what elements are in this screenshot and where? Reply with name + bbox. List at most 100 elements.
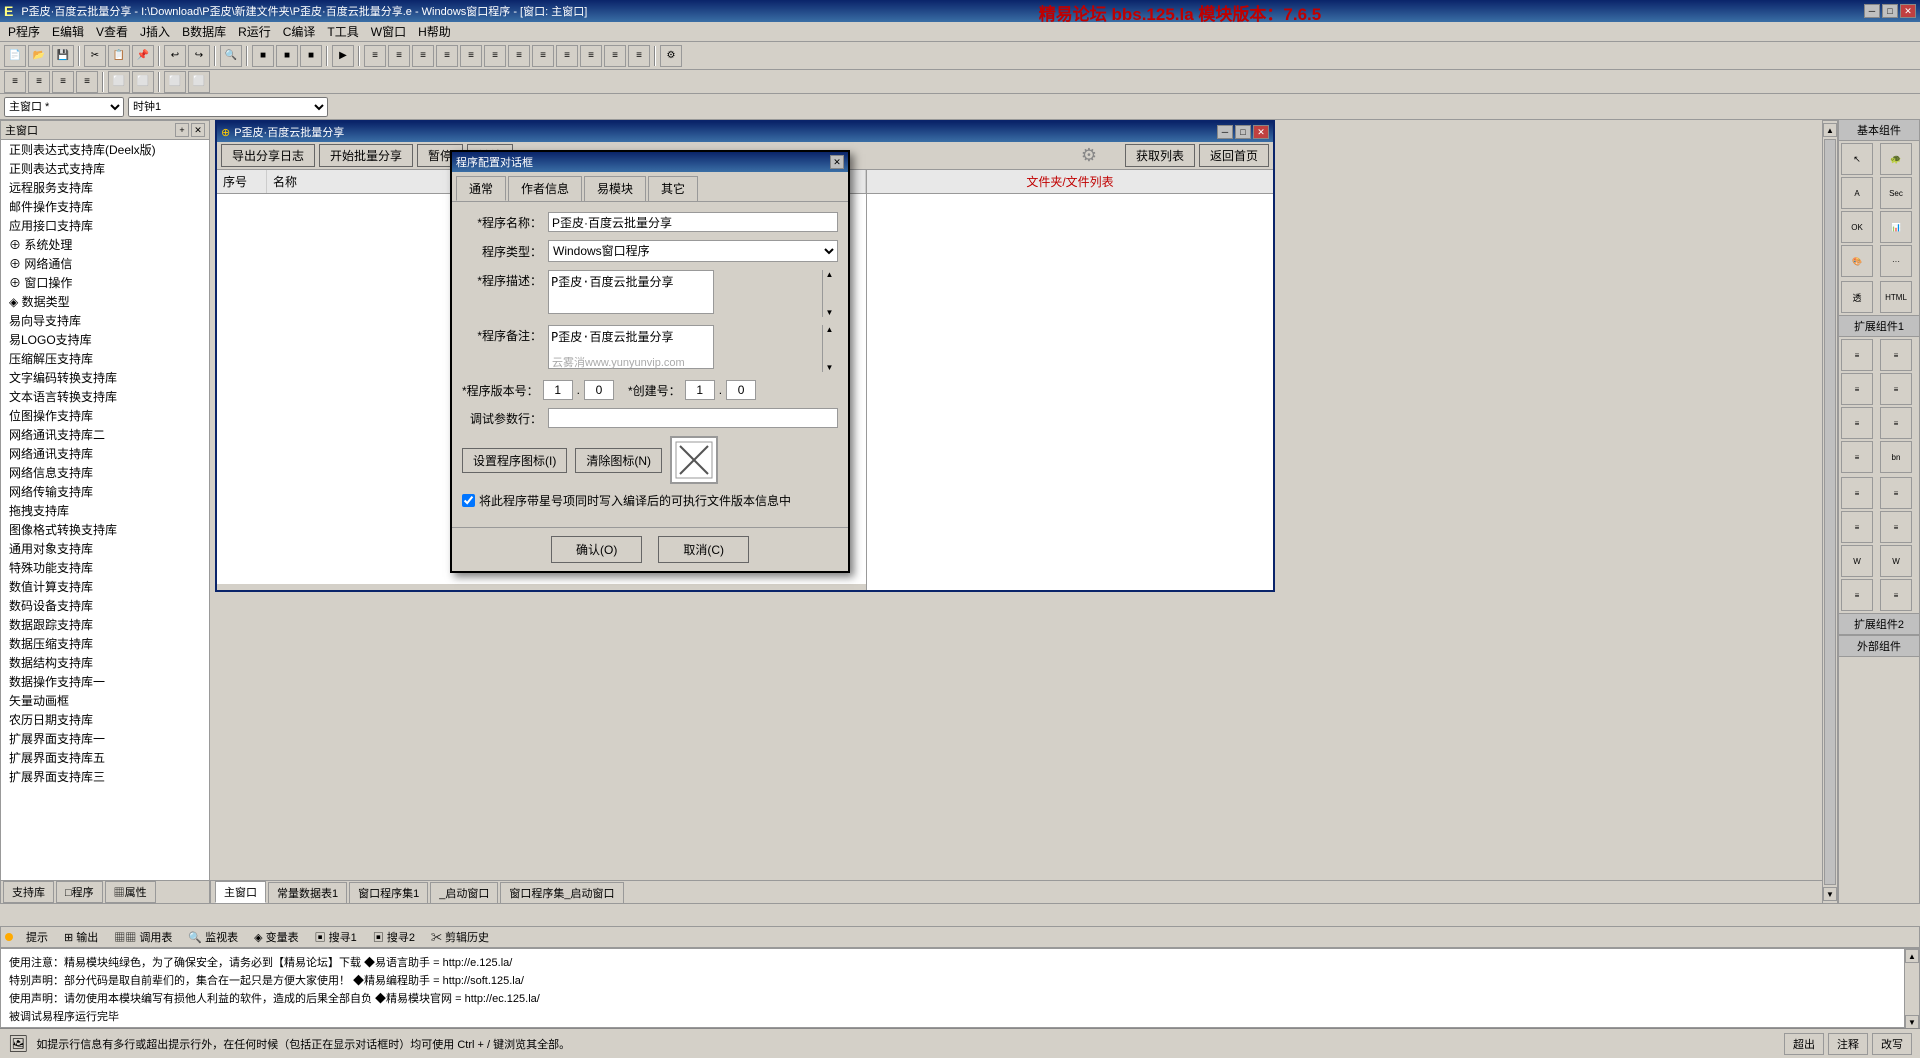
toolbar-btn-undo[interactable]: ↩ bbox=[164, 45, 186, 67]
bottom-tab-clip[interactable]: ✂ 剪辑历史 bbox=[424, 927, 496, 947]
toolbar-btn-save[interactable]: 💾 bbox=[52, 45, 74, 67]
sidebar-item-netcom2[interactable]: 网络通讯支持库二 bbox=[1, 425, 209, 444]
dialog-close-btn[interactable]: ✕ bbox=[830, 155, 844, 169]
toolbar-btn-a2[interactable]: ≡ bbox=[388, 45, 410, 67]
comment-scroll-down[interactable]: ▼ bbox=[826, 363, 834, 372]
sidebar-item-api[interactable]: 应用接口支持库 bbox=[1, 216, 209, 235]
comment-scroll-up[interactable]: ▲ bbox=[826, 325, 834, 334]
dialog-tab-other[interactable]: 其它 bbox=[648, 176, 698, 201]
toolbar-btn-redo[interactable]: ↪ bbox=[188, 45, 210, 67]
toolbar-btn-a4[interactable]: ≡ bbox=[436, 45, 458, 67]
component-dropdown[interactable]: 时钟1 bbox=[128, 97, 328, 117]
toolbar2-btn5[interactable]: ⬜ bbox=[108, 71, 130, 93]
status-btn-comment[interactable]: 注释 bbox=[1828, 1033, 1868, 1055]
sidebar-item-imgfmt[interactable]: 图像格式转换支持库 bbox=[1, 520, 209, 539]
bottom-tab-search2[interactable]: ▣ 搜寻2 bbox=[366, 927, 422, 947]
version-write-checkbox[interactable] bbox=[462, 494, 475, 507]
toolbar-btn-find[interactable]: 🔍 bbox=[220, 45, 242, 67]
toolbar2-btn3[interactable]: ≡ bbox=[52, 71, 74, 93]
maximize-button[interactable]: □ bbox=[1882, 4, 1898, 18]
program-comment-input[interactable]: P歪皮·百度云批量分享 bbox=[548, 325, 714, 369]
tab-window-prog[interactable]: 窗口程序集1 bbox=[349, 882, 428, 903]
toolbar-btn-a12[interactable]: ≡ bbox=[628, 45, 650, 67]
sidebar-item-netinfo[interactable]: 网络信息支持库 bbox=[1, 463, 209, 482]
sidebar-item-mail[interactable]: 邮件操作支持库 bbox=[1, 197, 209, 216]
sidebar-item-dataop[interactable]: 数据操作支持库一 bbox=[1, 672, 209, 691]
menu-view[interactable]: V查看 bbox=[90, 21, 134, 42]
toolbar-btn-a9[interactable]: ≡ bbox=[556, 45, 578, 67]
toolbar-btn-a7[interactable]: ≡ bbox=[508, 45, 530, 67]
sidebar-collapse[interactable]: + bbox=[175, 123, 189, 137]
cancel-btn[interactable]: 取消(C) bbox=[658, 536, 749, 563]
sidebar-item-datazip[interactable]: 数据压缩支持库 bbox=[1, 634, 209, 653]
toolbar2-btn1[interactable]: ≡ bbox=[4, 71, 26, 93]
toolbar-btn-a8[interactable]: ≡ bbox=[532, 45, 554, 67]
ext-comp-1[interactable]: ≡ bbox=[1841, 339, 1873, 371]
sidebar-item-datatrace[interactable]: 数据跟踪支持库 bbox=[1, 615, 209, 634]
toolbar2-btn8[interactable]: ⬜ bbox=[188, 71, 210, 93]
menu-run[interactable]: R运行 bbox=[232, 21, 277, 42]
dialog-tab-module[interactable]: 易模块 bbox=[584, 176, 646, 201]
sidebar-item-anim[interactable]: 矢量动画框 bbox=[1, 691, 209, 710]
sidebar-item-special[interactable]: 特殊功能支持库 bbox=[1, 558, 209, 577]
toolbar-btn-7[interactable]: ■ bbox=[300, 45, 322, 67]
sidebar-item-regex[interactable]: 正则表达式支持库 bbox=[1, 159, 209, 178]
sidebar-close[interactable]: ✕ bbox=[191, 123, 205, 137]
ext-comp-10[interactable]: ≡ bbox=[1880, 477, 1912, 509]
toolbar2-btn2[interactable]: ≡ bbox=[28, 71, 50, 93]
menu-window[interactable]: W窗口 bbox=[365, 21, 412, 42]
ext-comp-16[interactable]: ≡ bbox=[1880, 579, 1912, 611]
sidebar-item-net[interactable]: ⊕ 网络通信 bbox=[1, 254, 209, 273]
bottom-tab-monitor[interactable]: 🔍 监视表 bbox=[181, 927, 245, 947]
toolbar-btn-new[interactable]: 📄 bbox=[4, 45, 26, 67]
toolbar-btn-a1[interactable]: ≡ bbox=[364, 45, 386, 67]
ext-comp-8[interactable]: bn bbox=[1880, 441, 1912, 473]
toolbar2-btn7[interactable]: ⬜ bbox=[164, 71, 186, 93]
sidebar-item-nettrans[interactable]: 网络传输支持库 bbox=[1, 482, 209, 501]
toolbar-btn-a6[interactable]: ≡ bbox=[484, 45, 506, 67]
bottom-tab-search1[interactable]: ▣ 搜寻1 bbox=[308, 927, 364, 947]
window-dropdown[interactable]: 主窗口 * bbox=[4, 97, 124, 117]
menu-program[interactable]: P程序 bbox=[2, 21, 46, 42]
sidebar-item-netcom[interactable]: 网络通讯支持库 bbox=[1, 444, 209, 463]
sidebar-item-ui1[interactable]: 扩展界面支持库一 bbox=[1, 729, 209, 748]
sidebar-item-encode[interactable]: 文字编码转换支持库 bbox=[1, 368, 209, 387]
sidebar-item-deelx[interactable]: 正则表达式支持库(Deelx版) bbox=[1, 140, 209, 159]
sidebar-item-calendar[interactable]: 农历日期支持库 bbox=[1, 710, 209, 729]
version-v2[interactable] bbox=[584, 380, 614, 400]
toolbar-btn-a10[interactable]: ≡ bbox=[580, 45, 602, 67]
ext-comp-4[interactable]: ≡ bbox=[1880, 373, 1912, 405]
dialog-tab-author[interactable]: 作者信息 bbox=[508, 176, 582, 201]
program-name-input[interactable] bbox=[548, 212, 838, 232]
version-v1[interactable] bbox=[543, 380, 573, 400]
tab-startup-prog[interactable]: 窗口程序集_启动窗口 bbox=[500, 882, 623, 903]
tab-const-data[interactable]: 常量数据表1 bbox=[268, 882, 347, 903]
menu-tools[interactable]: T工具 bbox=[321, 21, 364, 42]
comp-cursor[interactable]: ↖ bbox=[1841, 143, 1873, 175]
sidebar-item-bitmap[interactable]: 位图操作支持库 bbox=[1, 406, 209, 425]
inner-close[interactable]: ✕ bbox=[1253, 125, 1269, 139]
ext-comp-14[interactable]: W bbox=[1880, 545, 1912, 577]
tab-program[interactable]: □程序 bbox=[56, 881, 103, 903]
toolbar-btn-cut[interactable]: ✂ bbox=[84, 45, 106, 67]
menu-database[interactable]: B数据库 bbox=[176, 21, 232, 42]
comp-btn[interactable]: OK bbox=[1841, 211, 1873, 243]
tab-startup-window[interactable]: _启动窗口 bbox=[430, 882, 498, 903]
bottom-scroll[interactable]: ▲ ▼ bbox=[1904, 948, 1920, 1028]
debug-args-input[interactable] bbox=[548, 408, 838, 428]
menu-edit[interactable]: E编辑 bbox=[46, 21, 90, 42]
comp-html[interactable]: HTML bbox=[1880, 281, 1912, 313]
comp-turtle[interactable]: 🐢 bbox=[1880, 143, 1912, 175]
tab-support[interactable]: 支持库 bbox=[3, 881, 54, 903]
toolbar-btn-a3[interactable]: ≡ bbox=[412, 45, 434, 67]
minimize-button[interactable]: ─ bbox=[1864, 4, 1880, 18]
menu-compile[interactable]: C编译 bbox=[277, 21, 322, 42]
comp-chart[interactable]: 📊 bbox=[1880, 211, 1912, 243]
comp-dots[interactable]: ··· bbox=[1880, 245, 1912, 277]
set-icon-btn[interactable]: 设置程序图标(I) bbox=[462, 448, 567, 473]
main-scroll-up[interactable]: ▲ bbox=[1823, 123, 1837, 137]
sidebar-item-logo[interactable]: 易LOGO支持库 bbox=[1, 330, 209, 349]
dialog-tab-general[interactable]: 通常 bbox=[456, 176, 506, 201]
comp-trans[interactable]: 透 bbox=[1841, 281, 1873, 313]
toolbar-btn-a5[interactable]: ≡ bbox=[460, 45, 482, 67]
